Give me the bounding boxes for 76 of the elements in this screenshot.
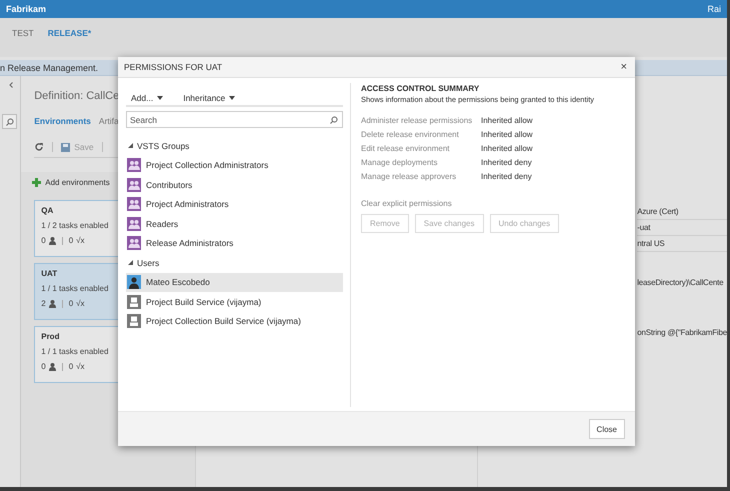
property-value: onString @{"FabrikamFibe bbox=[637, 328, 727, 337]
group-icon bbox=[127, 158, 141, 172]
tasks-count: 1 / 2 tasks enabled bbox=[41, 221, 110, 230]
dropdown-menu[interactable]: Add... bbox=[131, 91, 164, 105]
environment-card[interactable]: UAT 1 / 1 tasks enabled 2 0 √x bbox=[34, 263, 118, 320]
clear-permissions-label: Clear explicit permissions bbox=[361, 199, 453, 208]
expander-icon[interactable] bbox=[128, 143, 133, 148]
permission-name: Edit release environment bbox=[361, 144, 450, 153]
identity-item[interactable]: Readers bbox=[126, 214, 343, 234]
permission-name: Administer release permissions bbox=[361, 116, 474, 125]
environment-card[interactable]: Prod 1 / 1 tasks enabled 0 0 √x bbox=[34, 326, 118, 383]
property-value: ntral US bbox=[637, 239, 665, 248]
environment-card[interactable]: QA 1 / 2 tasks enabled 0 0 √x bbox=[34, 200, 118, 257]
definition-title: Definition: CallCe bbox=[34, 90, 120, 102]
identity-item[interactable]: Project Collection Administrators bbox=[126, 156, 343, 175]
add-environments-link[interactable]: Add environments bbox=[45, 178, 110, 187]
property-value: -uat bbox=[637, 223, 650, 232]
variables-count: 0 bbox=[68, 236, 74, 245]
save-icon bbox=[61, 142, 70, 152]
permission-value: Inherited allow bbox=[481, 130, 534, 139]
expander-icon[interactable] bbox=[128, 260, 133, 266]
variables-count: 0 bbox=[68, 299, 74, 308]
tab[interactable]: Artifa bbox=[98, 116, 119, 126]
banner-text: n Release Management. bbox=[0, 62, 98, 72]
group-header: Users bbox=[137, 258, 160, 268]
permission-value: Inherited allow bbox=[481, 116, 534, 125]
variables-count: 0 bbox=[68, 362, 74, 371]
identity-item[interactable]: Project Administrators bbox=[126, 194, 343, 214]
tasks-count: 1 / 1 tasks enabled bbox=[41, 284, 110, 293]
search-icon bbox=[6, 118, 14, 126]
chevron-icon[interactable] bbox=[9, 82, 14, 88]
variables-icon: √x bbox=[76, 362, 85, 371]
variables-icon: √x bbox=[76, 299, 85, 308]
identity-item[interactable]: Project Build Service (vijayma) bbox=[126, 292, 343, 312]
close-button[interactable]: × bbox=[620, 61, 627, 73]
search-field[interactable]: Search bbox=[130, 114, 330, 124]
permission-value: Inherited deny bbox=[481, 158, 533, 167]
identity-item[interactable]: Project Collection Build Service (vijayma) bbox=[126, 312, 343, 331]
permission-value: Inherited allow bbox=[481, 144, 534, 153]
search-button[interactable] bbox=[2, 114, 18, 129]
caret-icon bbox=[229, 96, 236, 100]
identity-item[interactable]: Contributors bbox=[126, 175, 343, 194]
group-icon bbox=[127, 178, 141, 192]
environment-name: QA bbox=[41, 206, 54, 215]
group-icon bbox=[127, 216, 141, 231]
group-icon bbox=[127, 197, 141, 212]
property-value: Azure (Cert) bbox=[637, 207, 678, 216]
dropdown-menu[interactable]: Inheritance bbox=[183, 91, 236, 105]
tasks-count: 1 / 1 tasks enabled bbox=[41, 347, 110, 356]
identity-item[interactable]: Mateo Escobedo bbox=[126, 272, 343, 292]
identity-item[interactable]: Release Administrators bbox=[126, 234, 343, 253]
search-icon bbox=[330, 116, 338, 124]
dialog-title: PERMISSIONS FOR UAT bbox=[124, 62, 222, 72]
group-icon bbox=[127, 236, 141, 250]
search-box[interactable]: Search bbox=[126, 111, 343, 128]
environment-name: Prod bbox=[41, 332, 60, 341]
nav-tab[interactable]: TEST bbox=[12, 28, 34, 38]
plus-icon bbox=[32, 178, 42, 187]
permission-name: Manage release approvers bbox=[361, 172, 458, 181]
user-name[interactable]: Rai bbox=[707, 4, 721, 14]
approvers-count: 0 bbox=[41, 236, 46, 245]
environment-name: UAT bbox=[41, 269, 58, 278]
approvers-count: 0 bbox=[41, 362, 46, 371]
group-header: VSTS Groups bbox=[137, 140, 190, 151]
approvers-count: 2 bbox=[41, 299, 46, 308]
variables-icon: √x bbox=[76, 236, 85, 245]
refresh-icon[interactable] bbox=[34, 142, 44, 152]
permission-name: Manage deployments bbox=[361, 158, 438, 167]
caret-icon bbox=[157, 96, 164, 100]
close-button[interactable]: Close bbox=[588, 419, 625, 439]
permission-value: Inherited deny bbox=[481, 172, 533, 181]
summary-title: ACCESS CONTROL SUMMARY bbox=[361, 84, 480, 93]
brand-title: Fabrikam bbox=[6, 4, 46, 14]
avatar-icon bbox=[127, 275, 141, 290]
property-value: leaseDirectory)\CallCente bbox=[637, 278, 724, 287]
permission-name: Delete release environment bbox=[361, 130, 460, 139]
